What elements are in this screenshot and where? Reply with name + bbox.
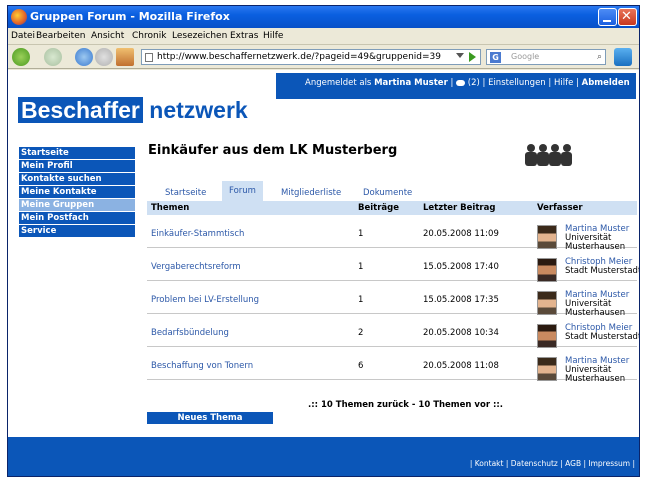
- last-post-date: 20.05.2008 11:09: [423, 229, 499, 239]
- menu-ansicht[interactable]: Ansicht: [91, 31, 124, 41]
- sidebar-item-kontakte-suchen[interactable]: Kontakte suchen: [19, 173, 135, 185]
- last-post-date: 15.05.2008 17:40: [423, 262, 499, 272]
- logged-in-label: Angemeldet als: [305, 78, 372, 88]
- menu-bar: Datei Bearbeiten Ansicht Chronik Lesezei…: [8, 28, 639, 45]
- table-header: Themen Beiträge Letzter Beitrag Verfasse…: [147, 201, 637, 215]
- menu-chronik[interactable]: Chronik: [132, 31, 166, 41]
- sidebar: Startseite Mein Profil Kontakte suchen M…: [19, 147, 135, 238]
- author-org: Musterhausen: [565, 374, 626, 384]
- post-count: 1: [358, 229, 364, 239]
- sidebar-item-meine-gruppen[interactable]: Meine Gruppen: [19, 199, 135, 211]
- tab-dokumente[interactable]: Dokumente: [357, 186, 418, 201]
- messages-icon[interactable]: [456, 79, 466, 86]
- table-row: Einkäufer-Stammtisch 1 20.05.2008 11:09 …: [147, 215, 637, 252]
- author-org: Stadt Musterstadt: [565, 266, 639, 276]
- search-input[interactable]: G Google ⌕: [486, 49, 606, 65]
- menu-datei[interactable]: Datei: [11, 31, 35, 41]
- browser-window: Gruppen Forum - Mozilla Firefox ✕ Datei …: [7, 5, 640, 477]
- group-people-icon: [525, 144, 572, 166]
- avatar[interactable]: [537, 225, 557, 249]
- topic-link[interactable]: Vergaberechtsreform: [151, 262, 241, 272]
- post-count: 1: [358, 295, 364, 305]
- page-viewport: Angemeldet als Martina Muster | (2) | Ei…: [8, 70, 639, 476]
- sidebar-item-mein-postfach[interactable]: Mein Postfach: [19, 212, 135, 224]
- avatar[interactable]: [537, 258, 557, 282]
- author-org: Stadt Musterstadt: [565, 332, 639, 342]
- messages-count[interactable]: (2): [468, 78, 480, 88]
- back-button[interactable]: [12, 48, 30, 66]
- table-row: Bedarfsbündelung 2 20.05.2008 10:34 Chri…: [147, 314, 639, 348]
- sidebar-item-meine-kontakte[interactable]: Meine Kontakte: [19, 186, 135, 198]
- post-count: 2: [358, 328, 364, 338]
- topic-link[interactable]: Einkäufer-Stammtisch: [151, 229, 244, 239]
- settings-link[interactable]: Einstellungen: [488, 78, 546, 88]
- sidebar-item-startseite[interactable]: Startseite: [19, 147, 135, 159]
- search-placeholder: Google: [511, 52, 540, 61]
- last-post-date: 20.05.2008 11:08: [423, 361, 499, 371]
- post-count: 6: [358, 361, 364, 371]
- new-topic-button[interactable]: Neues Thema: [147, 412, 273, 424]
- logout-link[interactable]: Abmelden: [582, 78, 630, 88]
- close-button[interactable]: ✕: [618, 8, 637, 26]
- table-row: Problem bei LV-Erstellung 1 15.05.2008 1…: [147, 281, 637, 318]
- last-post-date: 15.05.2008 17:35: [423, 295, 499, 305]
- footer: | Kontakt | Datenschutz | AGB | Impressu…: [8, 437, 639, 476]
- user-bar: Angemeldet als Martina Muster | (2) | Ei…: [276, 73, 636, 99]
- url-dropdown-icon[interactable]: [456, 53, 464, 58]
- sidebar-item-service[interactable]: Service: [19, 225, 135, 237]
- site-logo[interactable]: Beschaffer netzwerk: [18, 97, 248, 124]
- avatar[interactable]: [537, 324, 557, 348]
- url-bar[interactable]: http://www.beschaffernetzwerk.de/?pageid…: [141, 49, 481, 65]
- firefox-icon: [11, 9, 27, 25]
- page-icon: [145, 53, 153, 62]
- google-icon: G: [490, 52, 501, 63]
- logo-part2: netzwerk: [142, 97, 248, 123]
- title-bar: Gruppen Forum - Mozilla Firefox ✕: [8, 6, 639, 28]
- menu-extras[interactable]: Extras: [230, 31, 258, 41]
- tab-startseite[interactable]: Startseite: [159, 186, 212, 201]
- table-row: Vergaberechtsreform 1 15.05.2008 17:40 C…: [147, 248, 639, 282]
- post-count: 1: [358, 262, 364, 272]
- navigation-toolbar: http://www.beschaffernetzwerk.de/?pageid…: [8, 45, 639, 69]
- addon-icon[interactable]: [614, 48, 632, 66]
- window-title: Gruppen Forum - Mozilla Firefox: [30, 10, 230, 23]
- tab-mitgliederliste[interactable]: Mitgliederliste: [275, 186, 347, 201]
- table-row: Beschaffung von Tonern 6 20.05.2008 11:0…: [147, 347, 637, 384]
- avatar[interactable]: [537, 357, 557, 381]
- avatar[interactable]: [537, 291, 557, 315]
- group-tabs: Startseite Forum Mitgliederliste Dokumen…: [147, 181, 637, 202]
- topic-link[interactable]: Problem bei LV-Erstellung: [151, 295, 259, 305]
- header-posts: Beiträge: [358, 203, 399, 213]
- search-icon[interactable]: ⌕: [597, 52, 602, 62]
- help-link[interactable]: Hilfe: [554, 78, 573, 88]
- header-topics: Themen: [151, 203, 190, 213]
- menu-lesezeichen[interactable]: Lesezeichen: [172, 31, 227, 41]
- page-title: Einkäufer aus dem LK Musterberg: [148, 143, 398, 158]
- home-button[interactable]: [116, 48, 134, 66]
- topic-link[interactable]: Beschaffung von Tonern: [151, 361, 253, 371]
- url-text: http://www.beschaffernetzwerk.de/?pageid…: [157, 52, 441, 62]
- topic-link[interactable]: Bedarfsbündelung: [151, 328, 229, 338]
- header-author: Verfasser: [537, 203, 583, 213]
- logo-part1: Beschaffer: [18, 97, 143, 123]
- sidebar-item-mein-profil[interactable]: Mein Profil: [19, 160, 135, 172]
- last-post-date: 20.05.2008 10:34: [423, 328, 499, 338]
- username: Martina Muster: [374, 78, 448, 88]
- tab-forum[interactable]: Forum: [222, 181, 263, 202]
- forward-button[interactable]: [44, 48, 62, 66]
- go-icon[interactable]: [469, 52, 476, 62]
- minimize-button[interactable]: [598, 8, 617, 26]
- pagination[interactable]: .:: 10 Themen zurück - 10 Themen vor ::.: [308, 400, 503, 410]
- menu-bearbeiten[interactable]: Bearbeiten: [36, 31, 85, 41]
- header-last-post: Letzter Beitrag: [423, 203, 496, 213]
- footer-links[interactable]: | Kontakt | Datenschutz | AGB | Impressu…: [470, 459, 635, 468]
- reload-button[interactable]: [75, 48, 93, 66]
- menu-hilfe[interactable]: Hilfe: [263, 31, 283, 41]
- stop-button[interactable]: [95, 48, 113, 66]
